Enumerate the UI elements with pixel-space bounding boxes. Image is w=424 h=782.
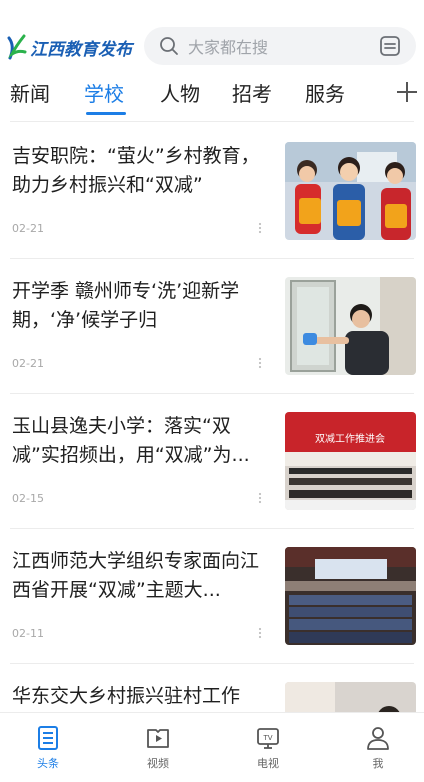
add-tab-icon[interactable]	[392, 76, 422, 108]
news-title: 吉安职院：“萤火”乡村教育，助力乡村振兴和“双减”	[12, 145, 260, 196]
nav-tv[interactable]: TV 电视	[228, 721, 308, 781]
more-options-icon[interactable]	[256, 625, 264, 641]
tab-school[interactable]: 学校	[84, 78, 124, 107]
news-date: 02-15	[12, 492, 44, 505]
tabs-fade	[358, 70, 392, 120]
nav-label: 我	[372, 757, 384, 770]
category-tabs: 新闻 学校 人物 招考 服务	[0, 70, 424, 122]
logo-mark-icon	[7, 34, 27, 60]
news-title: 江西师范大学组织专家面向江西省开展“双减”主题大...	[12, 550, 260, 601]
news-thumbnail	[285, 142, 416, 240]
nav-label: 电视	[257, 757, 279, 770]
conference-banner-text: 双减工作推进会	[315, 432, 385, 445]
news-thumbnail	[285, 547, 416, 645]
tv-icon: TV	[257, 728, 279, 749]
nav-label: 头条	[37, 757, 59, 770]
news-item[interactable]: 吉安职院：“萤火”乡村教育，助力乡村振兴和“双减” 02-21	[0, 124, 424, 259]
tabs-divider	[10, 121, 414, 122]
bottom-nav: 头条 视频 TV 电视 我	[0, 712, 424, 782]
news-title: 开学季 赣州师专‘洗’迎新学期，‘净’候学子归	[12, 280, 240, 331]
news-thumbnail: 双减工作推进会	[285, 412, 416, 510]
news-item[interactable]: 江西师范大学组织专家面向江西省开展“双减”主题大... 02-11	[0, 529, 424, 664]
news-title: 玉山县逸夫小学：落实“双减”实招频出，用“双减”为...	[12, 415, 250, 466]
tab-people[interactable]: 人物	[160, 78, 200, 107]
tab-services[interactable]: 服务	[305, 78, 345, 107]
video-icon	[147, 729, 169, 748]
app-header: 江西教育发布 大家都在搜	[0, 0, 424, 70]
svg-text:TV: TV	[262, 734, 272, 742]
search-icon	[160, 37, 178, 55]
scan-icon[interactable]	[378, 34, 402, 58]
logo-text: 江西教育发布	[30, 39, 132, 60]
app-logo[interactable]: 江西教育发布	[6, 30, 132, 64]
more-options-icon[interactable]	[256, 355, 264, 371]
active-tab-indicator	[86, 112, 126, 115]
headline-icon	[38, 726, 58, 750]
search-placeholder: 大家都在搜	[188, 38, 269, 57]
search-bar[interactable]: 大家都在搜	[144, 27, 416, 65]
tab-news[interactable]: 新闻	[10, 78, 50, 107]
news-title: 华东交大乡村振兴驻村工作	[12, 685, 241, 707]
news-item[interactable]: 开学季 赣州师专‘洗’迎新学期，‘净’候学子归 02-21	[0, 259, 424, 394]
nav-me[interactable]: 我	[338, 721, 418, 781]
me-icon	[367, 727, 389, 750]
nav-label: 视频	[147, 757, 169, 770]
more-options-icon[interactable]	[256, 220, 264, 236]
nav-video[interactable]: 视频	[118, 721, 198, 781]
nav-headline[interactable]: 头条	[8, 721, 88, 781]
more-options-icon[interactable]	[256, 490, 264, 506]
news-date: 02-21	[12, 357, 44, 370]
news-item[interactable]: 玉山县逸夫小学：落实“双减”实招频出，用“双减”为... 02-15 双减工作推…	[0, 394, 424, 529]
news-date: 02-21	[12, 222, 44, 235]
news-date: 02-11	[12, 627, 44, 640]
news-thumbnail	[285, 277, 416, 375]
tab-exams[interactable]: 招考	[232, 78, 272, 107]
